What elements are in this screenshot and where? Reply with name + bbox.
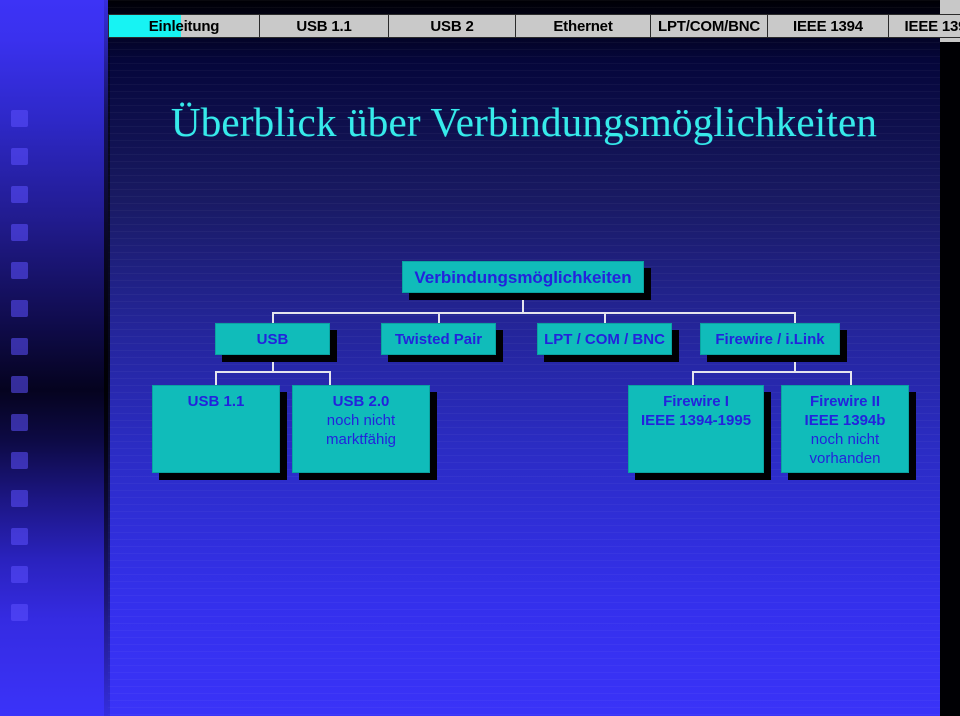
connector-to-usb20 [329,371,331,385]
tab-ieee-1394b[interactable]: IEEE 1394b [888,14,960,38]
node-usb-2-0[interactable]: USB 2.0 noch nicht marktfähig [292,385,430,473]
node-line-1: Firewire II [809,393,881,410]
slide: Einleitung USB 1.1 USB 2 Ethernet LPT/COM/BN… [0,0,960,716]
node-label: USB [256,330,289,348]
node-line-2: IEEE 1394-1995 [640,412,752,429]
tab-ethernet[interactable]: Ethernet [515,14,651,38]
connector-to-usb11 [215,371,217,385]
node-line-2: IEEE 1394b [804,412,886,429]
connection-options-diagram: Verbindungsmöglichkeiten USB Twisted Pai… [0,0,960,716]
connector-to-usb [272,312,274,323]
connector-level2-bus [272,312,796,314]
connector-to-lpt [604,312,606,323]
node-firewire-ilink[interactable]: Firewire / i.Link [700,323,840,355]
node-line-4: vorhanden [809,450,881,467]
tab-label: Ethernet [553,17,613,35]
tab-label: IEEE 1394 [793,17,863,35]
connector-to-fw1 [692,371,694,385]
node-line-2: noch nicht [326,412,396,429]
tab-usb-1-1[interactable]: USB 1.1 [259,14,389,38]
connector-to-twisted [438,312,440,323]
tab-bar: Einleitung USB 1.1 USB 2 Ethernet LPT/COM/BN… [108,14,960,38]
node-line-1: Firewire I [663,393,729,410]
tab-label: Einleitung [148,17,220,35]
node-label: Firewire / i.Link [715,330,825,348]
tab-label: USB 1.1 [296,17,352,35]
tab-label: IEEE 1394b [904,17,960,35]
node-firewire-i[interactable]: Firewire I IEEE 1394-1995 [628,385,764,473]
node-line-3: marktfähig [325,431,397,448]
connector-root-down [522,293,524,313]
node-line-1: USB 2.0 [332,393,390,410]
connector-firewire-bus [692,371,852,373]
node-lpt-com-bnc[interactable]: LPT / COM / BNC [537,323,672,355]
connector-usb-down [272,355,274,372]
tab-label: LPT/COM/BNC [658,17,760,35]
tab-label: USB 2 [430,17,474,35]
node-verbindungsmoeglichkeiten[interactable]: Verbindungsmöglichkeiten [402,261,644,293]
node-line-1: USB 1.1 [187,393,245,410]
node-usb[interactable]: USB [215,323,330,355]
node-label: Verbindungsmöglichkeiten [414,267,632,287]
tab-einleitung[interactable]: Einleitung [108,14,260,38]
connector-to-fw2 [850,371,852,385]
node-usb-1-1[interactable]: USB 1.1 [152,385,280,473]
node-label: Twisted Pair [394,330,483,348]
tab-usb-2[interactable]: USB 2 [388,14,516,38]
node-line-3: noch nicht [810,431,880,448]
tab-ieee-1394[interactable]: IEEE 1394 [767,14,889,38]
tab-lpt-com-bnc[interactable]: LPT/COM/BNC [650,14,768,38]
node-label: LPT / COM / BNC [544,330,665,348]
connector-to-firewire [794,312,796,323]
connector-firewire-down [794,355,796,372]
node-firewire-ii[interactable]: Firewire II IEEE 1394b noch nicht vorhan… [781,385,909,473]
node-twisted-pair[interactable]: Twisted Pair [381,323,496,355]
connector-usb-bus [215,371,331,373]
